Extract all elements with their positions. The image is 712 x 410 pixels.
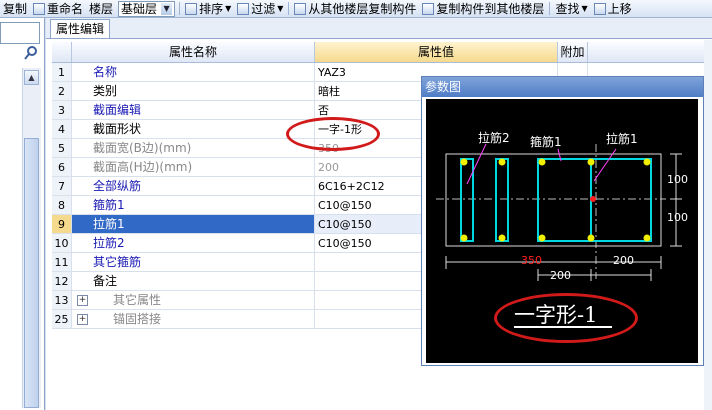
chevron-down-icon[interactable]: ▼ [161, 2, 173, 15]
annotation-ellipse [494, 293, 638, 343]
copy-from-icon [294, 2, 307, 15]
property-name: 拉筋1 [72, 215, 315, 234]
parameter-figure-window: 参数图 拉筋2 箍筋1 拉筋1 100 100 350 200 200 一字形-… [421, 76, 704, 366]
row-number: 12 [52, 272, 72, 291]
rename-label: 重命名 [47, 2, 84, 16]
dim-width-right: 200 [613, 254, 634, 267]
copy-to-icon [422, 2, 435, 15]
label-tie1: 拉筋1 [606, 132, 638, 146]
annotation-ellipse [286, 117, 380, 151]
find-button[interactable]: 查找 ▼ [552, 0, 590, 17]
figure-title: 参数图 [422, 77, 703, 97]
dim-width-left: 200 [550, 269, 571, 282]
copy-to-label: 复制构件到其他楼层 [436, 2, 545, 16]
search-icon[interactable] [23, 45, 39, 61]
property-name: 其它箍筋 [72, 253, 315, 272]
dropdown-arrow-icon: ▼ [581, 4, 588, 13]
property-name: 截面形状 [72, 120, 315, 139]
row-number: 11 [52, 253, 72, 272]
property-name: 备注 [72, 272, 315, 291]
property-name: 截面高(H边)(mm) [72, 158, 315, 177]
move-up-label: 上移 [607, 2, 632, 16]
find-label: 查找 [555, 2, 580, 16]
tab-bar: 属性编辑 [46, 18, 712, 39]
filter-label: 过滤 [251, 2, 276, 16]
dim-height-bottom: 100 [667, 211, 688, 224]
expand-plus-icon[interactable]: + [77, 295, 88, 306]
row-number: 5 [52, 139, 72, 158]
expand-plus-icon[interactable]: + [77, 314, 88, 325]
component-list-pane: ▲ [0, 18, 45, 410]
search-input[interactable] [0, 22, 40, 44]
row-number: 25 [52, 310, 72, 329]
property-name: 类别 [72, 82, 315, 101]
section-diagram: 拉筋2 箍筋1 拉筋1 100 100 350 200 200 一字形-1 [426, 99, 698, 363]
dim-width-total: 350 [521, 254, 542, 267]
header-value[interactable]: 属性值 [315, 42, 558, 62]
toolbar: 复制 重命名 楼层 基础层 ▼ 排序 ▼ 过滤 ▼ 从其他楼层复制构件 复制构件到其他… [0, 0, 712, 18]
dim-height-top: 100 [667, 173, 688, 186]
row-number: 1 [52, 63, 72, 82]
scrollbar-thumb[interactable] [24, 138, 39, 408]
row-number: 6 [52, 158, 72, 177]
sort-button[interactable]: 排序 ▼ [182, 0, 234, 17]
property-name: 截面编辑 [72, 101, 315, 120]
row-number: 3 [52, 101, 72, 120]
property-name: 箍筋1 [72, 196, 315, 215]
scroll-up-icon[interactable]: ▲ [24, 70, 39, 85]
filter-icon [237, 2, 250, 15]
sort-icon [185, 2, 198, 15]
dropdown-arrow-icon: ▼ [277, 4, 284, 13]
header-rownum [52, 42, 72, 62]
property-name: 名称 [72, 63, 315, 82]
grid-header: 属性名称 属性值 附加 [52, 42, 712, 63]
floor-select[interactable]: 基础层 ▼ [118, 0, 176, 17]
copy-to-floor-button[interactable]: 复制构件到其他楼层 [419, 0, 547, 17]
row-number: 8 [52, 196, 72, 215]
row-number: 9 [52, 215, 72, 234]
copy-from-floor-button[interactable]: 从其他楼层复制构件 [291, 0, 419, 17]
row-number: 7 [52, 177, 72, 196]
copy-label: 复制 [3, 2, 28, 16]
row-number: 2 [52, 82, 72, 101]
toolbar-divider [549, 2, 551, 15]
label-stirrup1: 箍筋1 [530, 135, 562, 149]
left-scrollbar[interactable]: ▲ [22, 68, 41, 408]
property-name: 拉筋2 [72, 234, 315, 253]
property-name: 全部纵筋 [72, 177, 315, 196]
header-name[interactable]: 属性名称 [72, 42, 315, 62]
floor-label: 楼层 [86, 0, 116, 17]
sort-label: 排序 [199, 2, 224, 16]
row-number: 13 [52, 291, 72, 310]
tab-property-edit[interactable]: 属性编辑 [50, 19, 111, 38]
row-number: 10 [52, 234, 72, 253]
filter-button[interactable]: 过滤 ▼ [234, 0, 286, 17]
rename-icon [33, 2, 46, 15]
floor-select-value: 基础层 [121, 2, 158, 16]
copy-from-label: 从其他楼层复制构件 [308, 2, 417, 16]
header-extra[interactable]: 附加 [558, 42, 588, 62]
property-name: 截面宽(B边)(mm) [72, 139, 315, 158]
move-up-button[interactable]: 上移 [591, 0, 635, 17]
property-name: 其它属性 [72, 291, 315, 310]
floor-label-text: 楼层 [89, 2, 114, 16]
toolbar-divider [179, 2, 181, 15]
dropdown-arrow-icon: ▼ [225, 4, 232, 13]
copy-button[interactable]: 复制 [0, 0, 30, 17]
row-number: 4 [52, 120, 72, 139]
toolbar-divider [288, 2, 290, 15]
up-arrow-icon [593, 2, 606, 15]
label-tie2: 拉筋2 [478, 131, 510, 145]
property-name: 锚固搭接 [72, 310, 315, 329]
right-scrollbar[interactable] [704, 40, 712, 410]
rename-button[interactable]: 重命名 [30, 0, 86, 17]
